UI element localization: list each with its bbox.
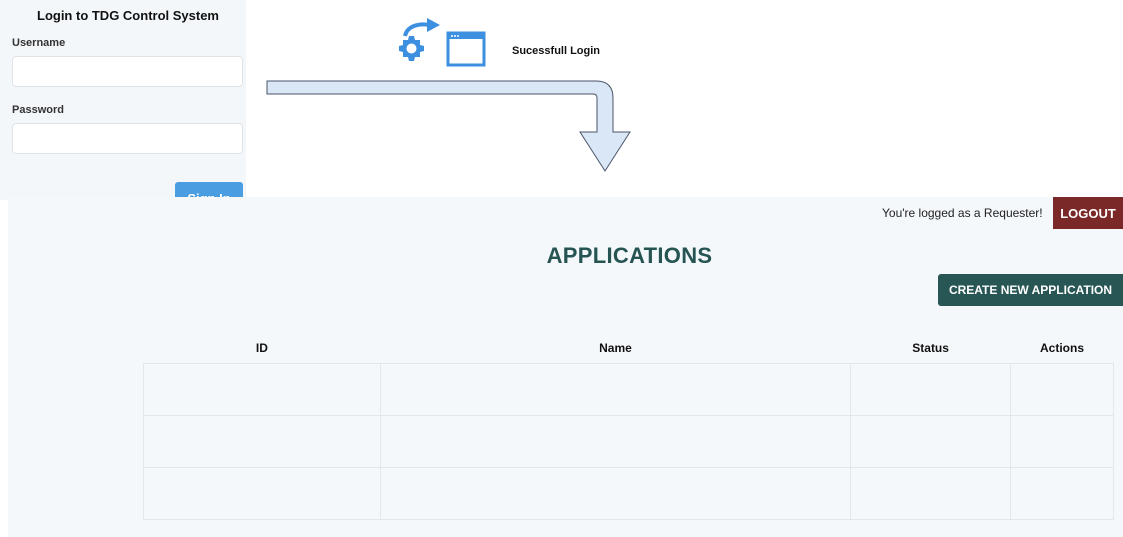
table-row xyxy=(143,414,1114,468)
login-success-illustration xyxy=(393,18,488,68)
logged-in-role-text: You're logged as a Requester! xyxy=(882,206,1043,220)
flow-arrow xyxy=(266,80,636,175)
column-header-id: ID xyxy=(255,340,268,355)
login-panel xyxy=(0,0,246,200)
column-header-name: Name xyxy=(599,340,632,355)
logout-button[interactable]: LOGOUT xyxy=(1053,197,1123,229)
table-cell-id xyxy=(143,414,381,468)
curved-arrow-icon xyxy=(403,18,440,37)
page-title: APPLICATIONS xyxy=(546,243,713,268)
login-title: Login to TDG Control System xyxy=(37,8,219,23)
table-row xyxy=(143,362,1114,416)
password-input[interactable] xyxy=(12,123,243,154)
table-cell-actions xyxy=(1010,466,1114,520)
table-cell-name xyxy=(379,362,852,416)
table-cell-name xyxy=(379,466,852,520)
table-row xyxy=(143,466,1114,520)
applications-table: ID Name Status Actions xyxy=(143,333,1114,520)
table-cell-status xyxy=(850,466,1012,520)
table-cell-id xyxy=(143,362,381,416)
gear-icon xyxy=(399,36,424,61)
table-cell-name xyxy=(379,414,852,468)
username-label: Username xyxy=(12,37,66,49)
table-cell-status xyxy=(850,414,1012,468)
table-cell-id xyxy=(143,466,381,520)
table-cell-status xyxy=(850,362,1012,416)
username-input[interactable] xyxy=(12,56,243,87)
table-cell-actions xyxy=(1010,362,1114,416)
browser-window-icon xyxy=(446,31,486,67)
column-header-actions: Actions xyxy=(1040,340,1085,355)
create-new-application-button[interactable]: CREATE NEW APPLICATION xyxy=(938,274,1123,306)
success-login-text: Sucessfull Login xyxy=(512,45,601,57)
table-cell-actions xyxy=(1010,414,1114,468)
table-header-row: ID Name Status Actions xyxy=(144,333,1114,363)
column-header-status: Status xyxy=(912,340,949,355)
password-label: Password xyxy=(12,104,64,116)
